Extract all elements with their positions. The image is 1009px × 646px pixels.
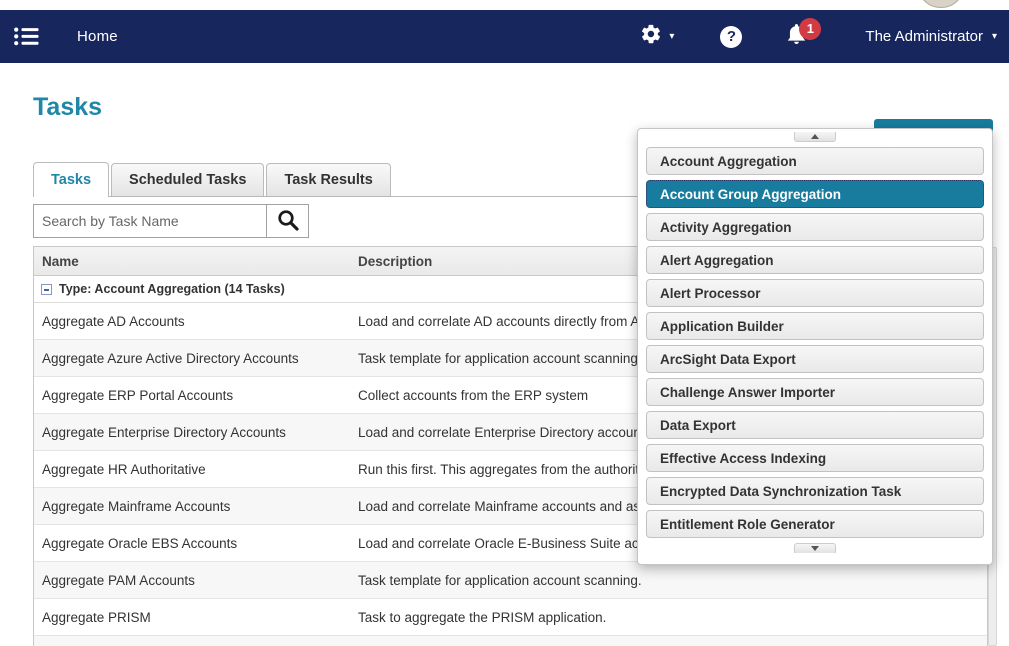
- task-name: Aggregate AD Accounts: [34, 314, 358, 329]
- triangle-down-icon: [811, 546, 819, 551]
- task-name: Aggregate ERP Portal Accounts: [34, 388, 358, 403]
- task-name: Aggregate PAM Accounts: [34, 573, 358, 588]
- search-icon: [276, 208, 300, 235]
- scroll-up-button[interactable]: [794, 132, 836, 142]
- gear-icon: [640, 23, 662, 50]
- dropdown-item-encrypted-data-synchronization-task[interactable]: Encrypted Data Synchronization Task: [646, 477, 984, 505]
- task-name: Aggregate Enterprise Directory Accounts: [34, 425, 358, 440]
- dropdown-item-effective-access-indexing[interactable]: Effective Access Indexing: [646, 444, 984, 472]
- settings-menu[interactable]: ▾: [640, 23, 674, 50]
- dropdown-item-data-export[interactable]: Data Export: [646, 411, 984, 439]
- triangle-up-icon: [811, 134, 819, 139]
- table-row[interactable]: Aggregate PAM Accounts Task template for…: [34, 562, 987, 599]
- tab-scheduled-tasks[interactable]: Scheduled Tasks: [111, 163, 264, 196]
- help-icon[interactable]: ?: [720, 26, 742, 48]
- hamburger-menu-icon[interactable]: [10, 23, 43, 50]
- dropdown-item-account-group-aggregation[interactable]: Account Group Aggregation: [646, 180, 984, 208]
- task-name: Aggregate HR Authoritative: [34, 462, 358, 477]
- chevron-down-icon: ▾: [992, 32, 997, 42]
- search-input[interactable]: [33, 204, 267, 238]
- notification-badge: 1: [799, 18, 821, 40]
- dropdown-item-alert-processor[interactable]: Alert Processor: [646, 279, 984, 307]
- task-description: Task to aggregate the PRISM application.: [358, 610, 987, 625]
- tab-task-results[interactable]: Task Results: [266, 163, 390, 196]
- table-row: [34, 636, 987, 646]
- notifications-button[interactable]: 1: [786, 23, 807, 51]
- table-row[interactable]: Aggregate PRISM Task to aggregate the PR…: [34, 599, 987, 636]
- chevron-down-icon: ▾: [669, 32, 674, 42]
- top-strip: [0, 0, 1009, 10]
- group-header-label: Type: Account Aggregation (14 Tasks): [59, 282, 285, 296]
- page-title: Tasks: [33, 92, 993, 122]
- dropdown-item-entitlement-role-generator[interactable]: Entitlement Role Generator: [646, 510, 984, 538]
- dropdown-item-alert-aggregation[interactable]: Alert Aggregation: [646, 246, 984, 274]
- dropdown-item-challenge-answer-importer[interactable]: Challenge Answer Importer: [646, 378, 984, 406]
- task-name: Aggregate Azure Active Directory Account…: [34, 351, 358, 366]
- avatar: [917, 0, 965, 8]
- collapse-group-icon[interactable]: [41, 284, 52, 295]
- task-name: Aggregate Oracle EBS Accounts: [34, 536, 358, 551]
- column-header-name[interactable]: Name: [34, 254, 358, 269]
- dropdown-item-arcsight-data-export[interactable]: ArcSight Data Export: [646, 345, 984, 373]
- user-menu[interactable]: The Administrator ▾: [865, 28, 997, 45]
- task-name: Aggregate PRISM: [34, 610, 358, 625]
- task-description: Task template for application account sc…: [358, 573, 987, 588]
- task-name: Aggregate Mainframe Accounts: [34, 499, 358, 514]
- dropdown-item-activity-aggregation[interactable]: Activity Aggregation: [646, 213, 984, 241]
- navbar: Home ▾ ? 1 The Administrator ▾: [0, 10, 1009, 63]
- dropdown-item-application-builder[interactable]: Application Builder: [646, 312, 984, 340]
- user-menu-label: The Administrator: [865, 28, 983, 45]
- new-task-dropdown: Account Aggregation Account Group Aggreg…: [637, 128, 993, 565]
- search-button[interactable]: [266, 204, 309, 238]
- nav-home-link[interactable]: Home: [77, 28, 118, 45]
- scroll-down-button[interactable]: [794, 543, 836, 553]
- navbar-right: ▾ ? 1 The Administrator ▾: [640, 23, 997, 51]
- tab-tasks[interactable]: Tasks: [33, 162, 109, 197]
- dropdown-item-account-aggregation[interactable]: Account Aggregation: [646, 147, 984, 175]
